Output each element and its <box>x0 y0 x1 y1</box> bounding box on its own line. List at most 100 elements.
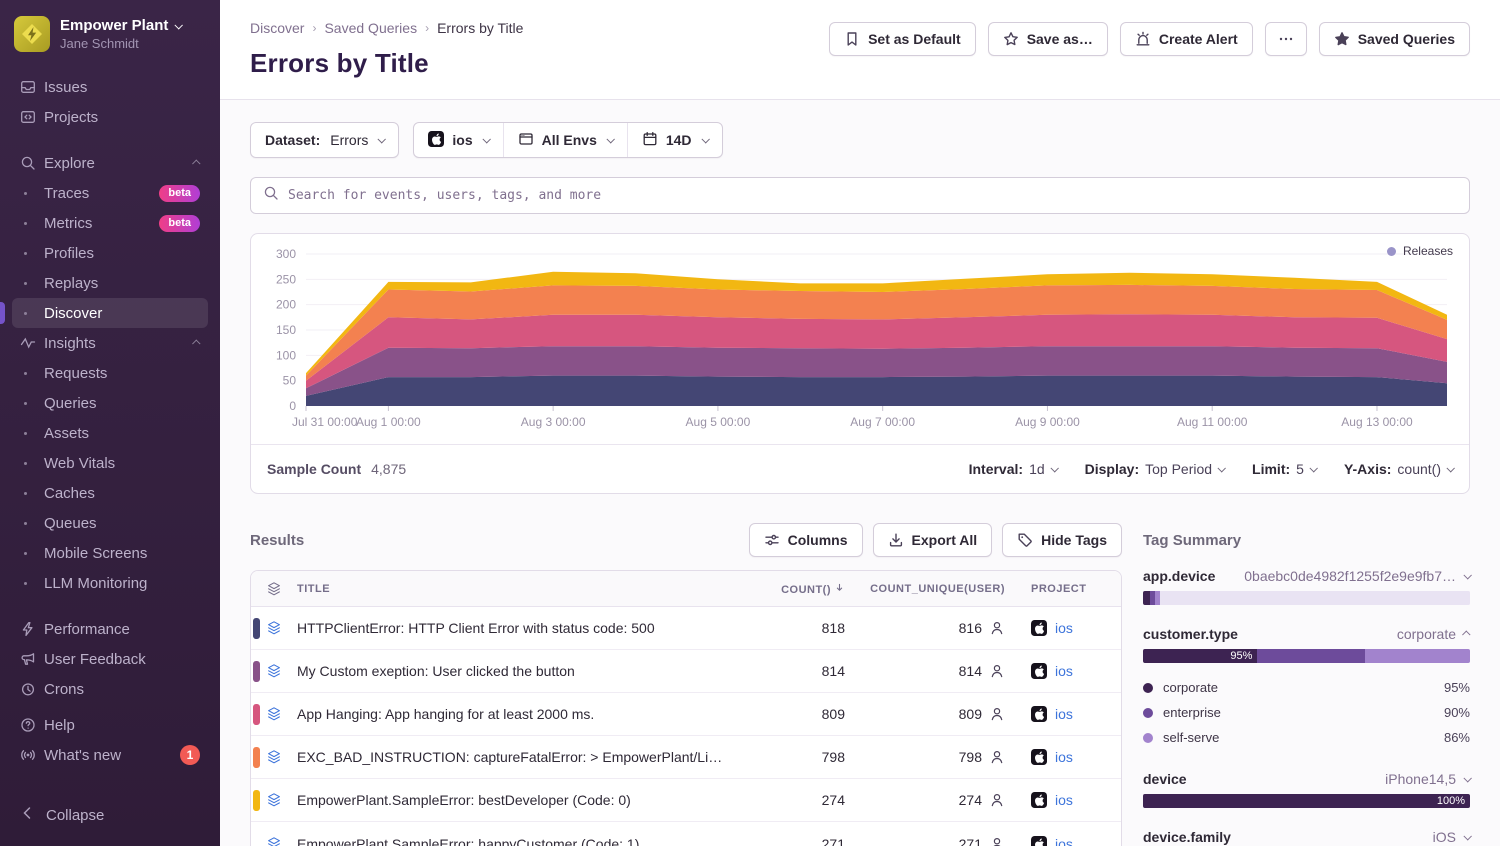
control-label: Interval: <box>969 461 1023 477</box>
sidebar-item-label: Projects <box>44 109 200 126</box>
sidebar-item-queries[interactable]: Queries <box>12 388 208 418</box>
sidebar-nav: Issues Projects ExploreTracesbetaMetricsbe… <box>0 66 220 790</box>
sidebar-item-issues[interactable]: Issues <box>12 72 208 102</box>
sidebar-item-performance[interactable]: Performance <box>12 614 208 644</box>
org-switcher[interactable]: Empower Plant Jane Schmidt <box>0 0 220 66</box>
table-header-row: TITLECOUNT()COUNT_UNIQUE(USER)PROJECT <box>251 571 1121 607</box>
project-link[interactable]: ios <box>1055 706 1073 722</box>
facet-header[interactable]: customer.typecorporate <box>1143 626 1470 642</box>
tag-summary-column: Tag Summary app.device0baebc0de4982f1255… <box>1143 522 1470 846</box>
create-alert-button[interactable]: Create Alert <box>1120 22 1253 56</box>
sidebar-item-caches[interactable]: Caches <box>12 478 208 508</box>
open-events-icon-button[interactable] <box>251 836 297 846</box>
limit-dropdown[interactable]: Limit:5 <box>1252 461 1316 477</box>
project-cell: ios <box>1005 706 1115 722</box>
sidebar-item-queues[interactable]: Queues <box>12 508 208 538</box>
project-filter[interactable]: ios <box>414 123 502 157</box>
breadcrumb-saved-queries[interactable]: Saved Queries <box>324 20 417 36</box>
sidebar-item-crons[interactable]: Crons <box>12 674 208 704</box>
table-row[interactable]: EmpowerPlant.SampleError: happyCustomer … <box>251 822 1121 846</box>
export-icon <box>888 532 904 548</box>
control-label: Limit: <box>1252 461 1290 477</box>
display-dropdown[interactable]: Display:Top Period <box>1085 461 1224 477</box>
sidebar-collapse-button[interactable]: Collapse <box>20 800 200 830</box>
column-header-project[interactable]: PROJECT <box>1005 583 1115 595</box>
legend-label: self-serve <box>1163 730 1219 745</box>
sidebar-item-explore[interactable]: Explore <box>12 148 208 178</box>
sidebar-item-insights[interactable]: Insights <box>12 328 208 358</box>
count-value: 814 <box>735 663 845 679</box>
y-axis-dropdown[interactable]: Y-Axis:count() <box>1344 461 1453 477</box>
sidebar-item-assets[interactable]: Assets <box>12 418 208 448</box>
sidebar-item-web-vitals[interactable]: Web Vitals <box>12 448 208 478</box>
breadcrumb: Discover › Saved Queries › Errors by Tit… <box>250 20 523 36</box>
facet-header[interactable]: device.familyiOS <box>1143 829 1470 845</box>
person-icon <box>989 706 1005 722</box>
facet-name: device <box>1143 771 1187 787</box>
table-row[interactable]: App Hanging: App hanging for at least 20… <box>251 693 1121 736</box>
table-row[interactable]: EXC_BAD_INSTRUCTION: captureFatalError: … <box>251 736 1121 779</box>
sidebar-item-mobile-screens[interactable]: Mobile Screens <box>12 538 208 568</box>
whats-new-count-badge: 1 <box>180 745 200 765</box>
project-link[interactable]: ios <box>1055 663 1073 679</box>
saved-queries-button[interactable]: Saved Queries <box>1319 22 1470 56</box>
chevron-down-icon <box>175 21 183 29</box>
columns-icon <box>764 532 780 548</box>
issues-icon <box>20 79 36 95</box>
hide-tags-button[interactable]: Hide Tags <box>1002 523 1122 557</box>
bookmark-icon <box>844 31 860 47</box>
dataset-dropdown[interactable]: Dataset: Errors <box>251 123 398 157</box>
breadcrumb-discover[interactable]: Discover <box>250 20 304 36</box>
apple-icon <box>1031 836 1047 846</box>
project-link[interactable]: ios <box>1055 620 1073 636</box>
set-as-default-button[interactable]: Set as Default <box>829 22 976 56</box>
chart-legend[interactable]: Releases <box>1387 244 1453 258</box>
sidebar-item-metrics[interactable]: Metricsbeta <box>12 208 208 238</box>
sidebar-item-label: Caches <box>44 485 200 502</box>
export-all-button[interactable]: Export All <box>873 523 993 557</box>
sidebar-item-profiles[interactable]: Profiles <box>12 238 208 268</box>
apple-icon <box>1031 663 1047 679</box>
sidebar-item-what-s-new[interactable]: What's new1 <box>12 740 208 770</box>
column-header-count-unique[interactable]: COUNT_UNIQUE(USER) <box>845 583 1005 595</box>
table-row[interactable]: EmpowerPlant.SampleError: bestDeveloper … <box>251 779 1121 822</box>
table-row[interactable]: HTTPClientError: HTTP Client Error with … <box>251 607 1121 650</box>
svg-text:300: 300 <box>276 247 296 261</box>
column-header-count[interactable]: COUNT() <box>735 582 845 596</box>
sidebar-item-help[interactable]: Help <box>12 710 208 740</box>
facet-legend-item[interactable]: self-serve86% <box>1143 725 1470 750</box>
search-input[interactable] <box>288 188 1457 203</box>
facet-header[interactable]: deviceiPhone14,5 <box>1143 771 1470 787</box>
facet-legend-item[interactable]: corporate95% <box>1143 675 1470 700</box>
sidebar-item-requests[interactable]: Requests <box>12 358 208 388</box>
columns-button[interactable]: Columns <box>749 523 863 557</box>
sidebar-item-projects[interactable]: Projects <box>12 102 208 132</box>
sidebar-item-replays[interactable]: Replays <box>12 268 208 298</box>
project-link[interactable]: ios <box>1055 792 1073 808</box>
facet-top-value: 0baebc0de4982f1255f2e9e9fb7… <box>1244 568 1456 584</box>
series-color-chip <box>253 704 260 725</box>
dataset-label: Dataset: <box>265 132 320 148</box>
save-as-button[interactable]: Save as… <box>988 22 1108 56</box>
column-header-title[interactable]: TITLE <box>297 583 735 595</box>
performance-icon <box>20 621 36 637</box>
project-link[interactable]: ios <box>1055 749 1073 765</box>
facet-legend-item[interactable]: enterprise90% <box>1143 700 1470 725</box>
sidebar-item-llm-monitoring[interactable]: LLM Monitoring <box>12 568 208 598</box>
count-unique-value: 814 <box>845 663 1005 679</box>
project-link[interactable]: ios <box>1055 836 1073 846</box>
facet-header[interactable]: app.device0baebc0de4982f1255f2e9e9fb7… <box>1143 568 1470 584</box>
environment-filter[interactable]: All Envs <box>503 123 627 157</box>
page-filter-group: ios All Envs 14D <box>413 122 722 158</box>
table-row[interactable]: My Custom exeption: User clicked the but… <box>251 650 1121 693</box>
sidebar-item-user-feedback[interactable]: User Feedback <box>12 644 208 674</box>
sidebar-item-discover[interactable]: Discover <box>12 298 208 328</box>
more-options-button[interactable] <box>1265 22 1307 56</box>
star-icon <box>1003 31 1019 47</box>
sidebar-item-traces[interactable]: Tracesbeta <box>12 178 208 208</box>
date-range-filter[interactable]: 14D <box>627 123 722 157</box>
date-range-value: 14D <box>666 132 692 148</box>
interval-dropdown[interactable]: Interval:1d <box>969 461 1057 477</box>
count-value: 818 <box>735 620 845 636</box>
stacked-area-chart[interactable]: 050100150200250300Jul 31 00:00Aug 1 00:0… <box>251 234 1469 439</box>
